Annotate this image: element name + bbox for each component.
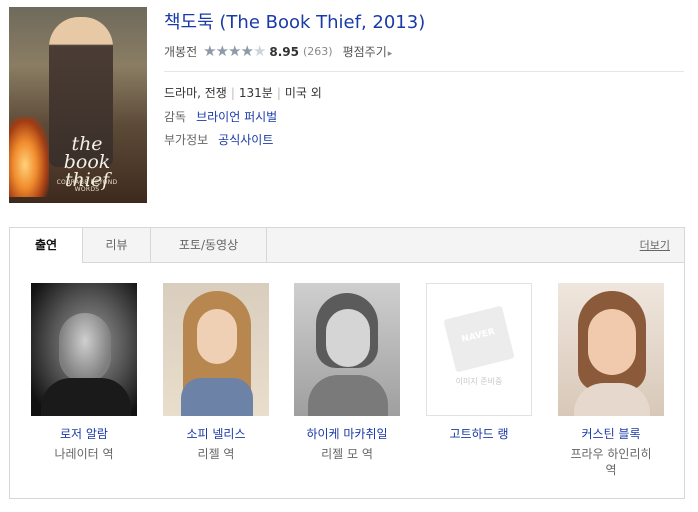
cast-item[interactable]: 소피 넬리스 리젤 역: [163, 283, 269, 462]
star-icon: ★: [203, 42, 217, 60]
photo-face: [326, 309, 370, 367]
star-icon: ★: [228, 42, 242, 60]
rating-row: 개봉전 ★ ★ ★ ★ ★ 8.95 (263) 평점주기▸: [164, 43, 392, 60]
cast-photo[interactable]: [31, 283, 137, 416]
director-link[interactable]: 브라이언 퍼시벌: [196, 110, 277, 124]
rating-score: 8.95: [269, 44, 299, 59]
cast-photo[interactable]: [294, 283, 400, 416]
photo-body: [41, 378, 131, 416]
cast-role: 리젤 모 역: [321, 447, 373, 461]
cast-panel: 출연 리뷰 포토/동영상 더보기 로저 알람 나레이터 역 소피 넬리스 리젤 …: [9, 227, 685, 499]
tab-bar: 출연 리뷰 포토/동영상 더보기: [10, 228, 684, 263]
divider: [164, 71, 684, 72]
cast-name[interactable]: 하이케 마카취일: [294, 425, 400, 442]
photo-face: [197, 309, 237, 364]
director-row: 감독 브라이언 퍼시벌: [164, 108, 277, 125]
country: 미국 외: [284, 86, 322, 100]
release-status: 개봉전: [164, 45, 198, 59]
rating-stars: ★ ★ ★ ★ ★: [203, 42, 267, 60]
runtime: 131분: [238, 86, 273, 100]
cast-name[interactable]: 커스틴 블록: [558, 425, 664, 442]
photo-face: [588, 309, 636, 375]
rating-count: (263): [303, 45, 333, 58]
cast-name[interactable]: 고트하드 랭: [426, 425, 532, 442]
director-label: 감독: [164, 110, 187, 124]
arrow-right-icon: ▸: [387, 49, 393, 59]
poster-fire: [9, 117, 49, 197]
placeholder-text: 이미지 준비중: [455, 377, 503, 386]
cast-photo[interactable]: [558, 283, 664, 416]
cast-name[interactable]: 소피 넬리스: [163, 425, 269, 442]
placeholder-logo: NAVER: [460, 327, 496, 346]
more-link[interactable]: 더보기: [640, 237, 670, 253]
poster-tagline: COURAGE BEYOND WORDS: [56, 179, 118, 193]
cast-item[interactable]: 하이케 마카취일 리젤 모 역: [294, 283, 400, 462]
photo-body: [308, 375, 388, 416]
tab-photos-videos[interactable]: 포토/동영상: [151, 228, 267, 262]
cast-item[interactable]: 커스틴 블록 프라우 하인리히 역: [558, 283, 664, 478]
official-site-link[interactable]: 공식사이트: [218, 133, 273, 147]
rate-link[interactable]: 평점주기▸: [343, 43, 393, 60]
genre: 드라마, 전쟁: [164, 86, 227, 100]
cast-photo-placeholder[interactable]: NAVER 이미지 준비중: [426, 283, 532, 416]
star-icon: ★: [215, 42, 230, 60]
photo-body: [181, 378, 253, 416]
star-icon: ★: [240, 42, 254, 60]
extra-info-label: 부가정보: [164, 133, 209, 147]
cast-role: 프라우 하인리히 역: [570, 447, 652, 477]
genre-row: 드라마, 전쟁 | 131분 | 미국 외: [164, 84, 322, 101]
tab-cast[interactable]: 출연: [10, 228, 83, 263]
naver-placeholder-icon: NAVER: [443, 305, 515, 373]
photo-face: [59, 313, 111, 383]
movie-poster[interactable]: the book thief COURAGE BEYOND WORDS: [9, 7, 147, 203]
separator: |: [276, 86, 281, 100]
extra-info-row: 부가정보 공식사이트: [164, 131, 273, 148]
cast-role: 리젤 역: [197, 447, 235, 461]
star-empty-icon: ★: [252, 42, 267, 60]
separator: |: [230, 86, 235, 100]
cast-item[interactable]: NAVER 이미지 준비중 고트하드 랭: [426, 283, 532, 446]
cast-item[interactable]: 로저 알람 나레이터 역: [31, 283, 137, 462]
tab-reviews[interactable]: 리뷰: [83, 228, 151, 262]
rate-link-label[interactable]: 평점주기: [343, 45, 387, 59]
movie-title[interactable]: 책도둑 (The Book Thief, 2013): [164, 8, 425, 34]
cast-name[interactable]: 로저 알람: [31, 425, 137, 442]
cast-role: 나레이터 역: [54, 447, 114, 461]
cast-photo[interactable]: [163, 283, 269, 416]
photo-body: [574, 383, 650, 416]
